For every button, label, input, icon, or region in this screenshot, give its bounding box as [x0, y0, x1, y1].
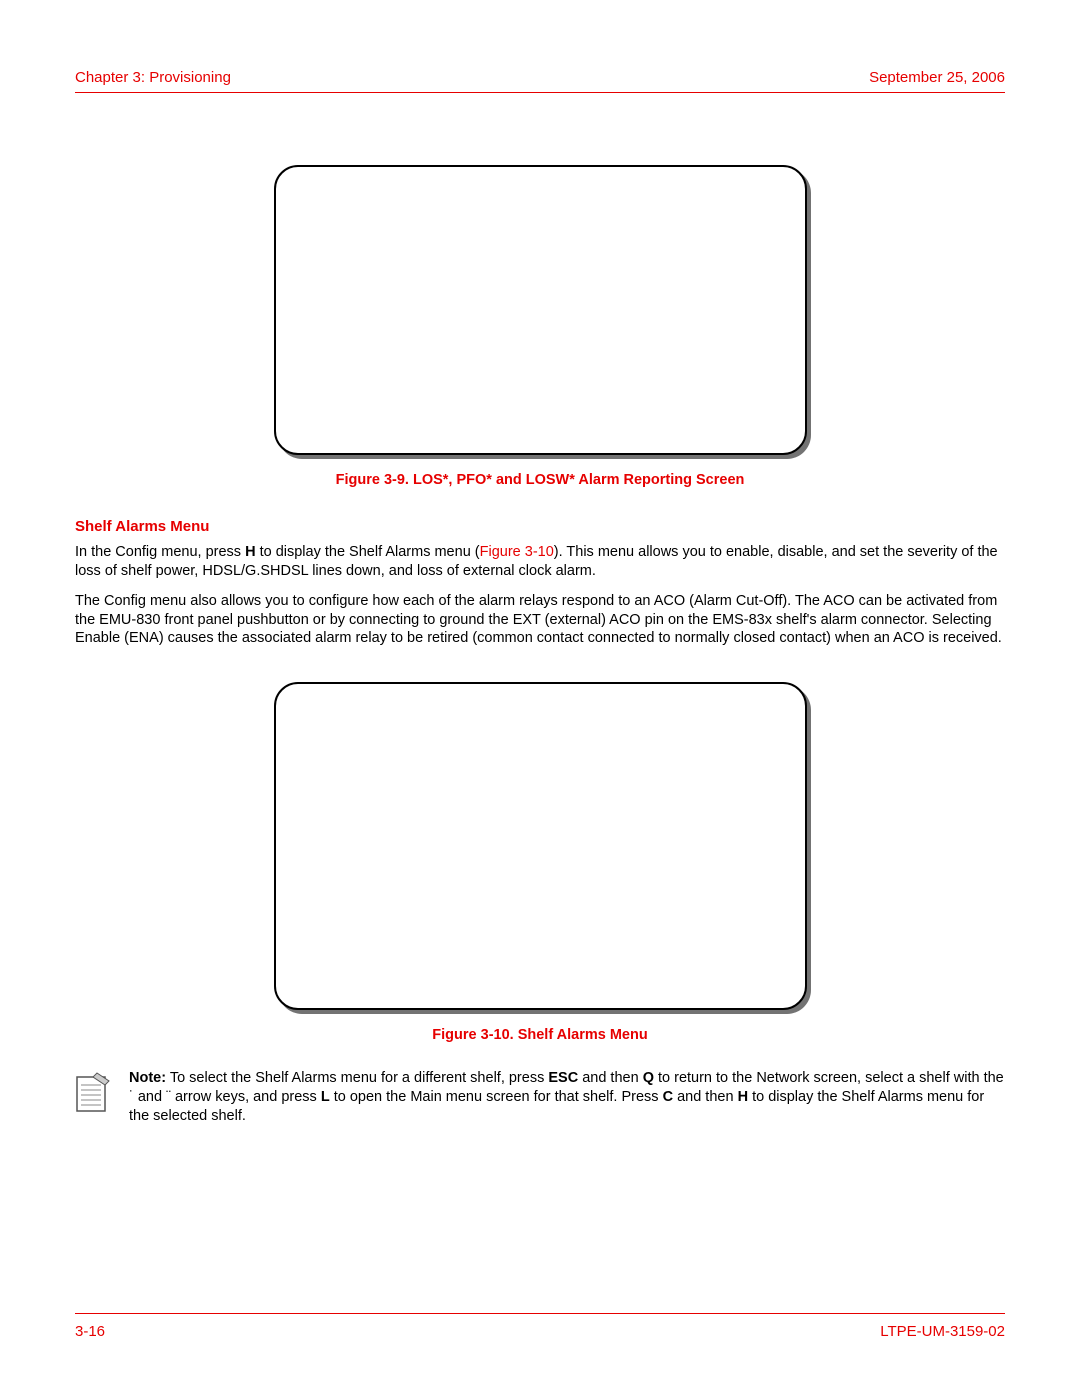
note-key-h: H: [738, 1089, 748, 1105]
note-key-q: Q: [643, 1070, 654, 1086]
note-key-l: L: [321, 1089, 330, 1105]
paragraph-1: In the Config menu, press H to display t…: [75, 543, 1005, 580]
section-heading-shelf-alarms: Shelf Alarms Menu: [75, 517, 1005, 537]
note-t4: and: [134, 1089, 166, 1105]
note-t1: To select the Shelf Alarms menu for a di…: [166, 1070, 548, 1086]
figure-2-container: [75, 682, 1005, 1010]
note-t2: and then: [578, 1070, 643, 1086]
para1-lead: In the Config menu, press: [75, 544, 245, 560]
note-key-esc: ESC: [548, 1070, 578, 1086]
figure-2-caption: Figure 3-10. Shelf Alarms Menu: [75, 1026, 1005, 1046]
note-t3: to return to the Network screen, select …: [654, 1070, 1004, 1086]
note-text: Note: To select the Shelf Alarms menu fo…: [129, 1069, 1005, 1126]
note-label: Note:: [129, 1070, 166, 1086]
page-number: 3-16: [75, 1322, 105, 1342]
para1-key-h: H: [245, 544, 255, 560]
note-icon: [75, 1071, 111, 1115]
figure-3-10-xref[interactable]: Figure 3-10: [480, 544, 554, 560]
figure-1-caption: Figure 3-9. LOS*, PFO* and LOSW* Alarm R…: [75, 471, 1005, 491]
figure-2-box: [274, 682, 807, 1010]
figure-1-container: [75, 165, 1005, 455]
note-key-c: C: [663, 1089, 673, 1105]
note-t6: to open the Main menu screen for that sh…: [330, 1089, 663, 1105]
document-id: LTPE-UM-3159-02: [880, 1322, 1005, 1342]
note-block: Note: To select the Shelf Alarms menu fo…: [75, 1069, 1005, 1126]
figure-1-box: [274, 165, 807, 455]
paragraph-2: The Config menu also allows you to confi…: [75, 592, 1005, 648]
note-t7: and then: [673, 1089, 738, 1105]
page-header: Chapter 3: Provisioning September 25, 20…: [75, 68, 1005, 93]
page-footer: 3-16 LTPE-UM-3159-02: [75, 1313, 1005, 1342]
date-label: September 25, 2006: [869, 68, 1005, 88]
para1-mid: to display the Shelf Alarms menu (: [256, 544, 480, 560]
note-t5: arrow keys, and press: [171, 1089, 321, 1105]
chapter-label: Chapter 3: Provisioning: [75, 68, 231, 88]
